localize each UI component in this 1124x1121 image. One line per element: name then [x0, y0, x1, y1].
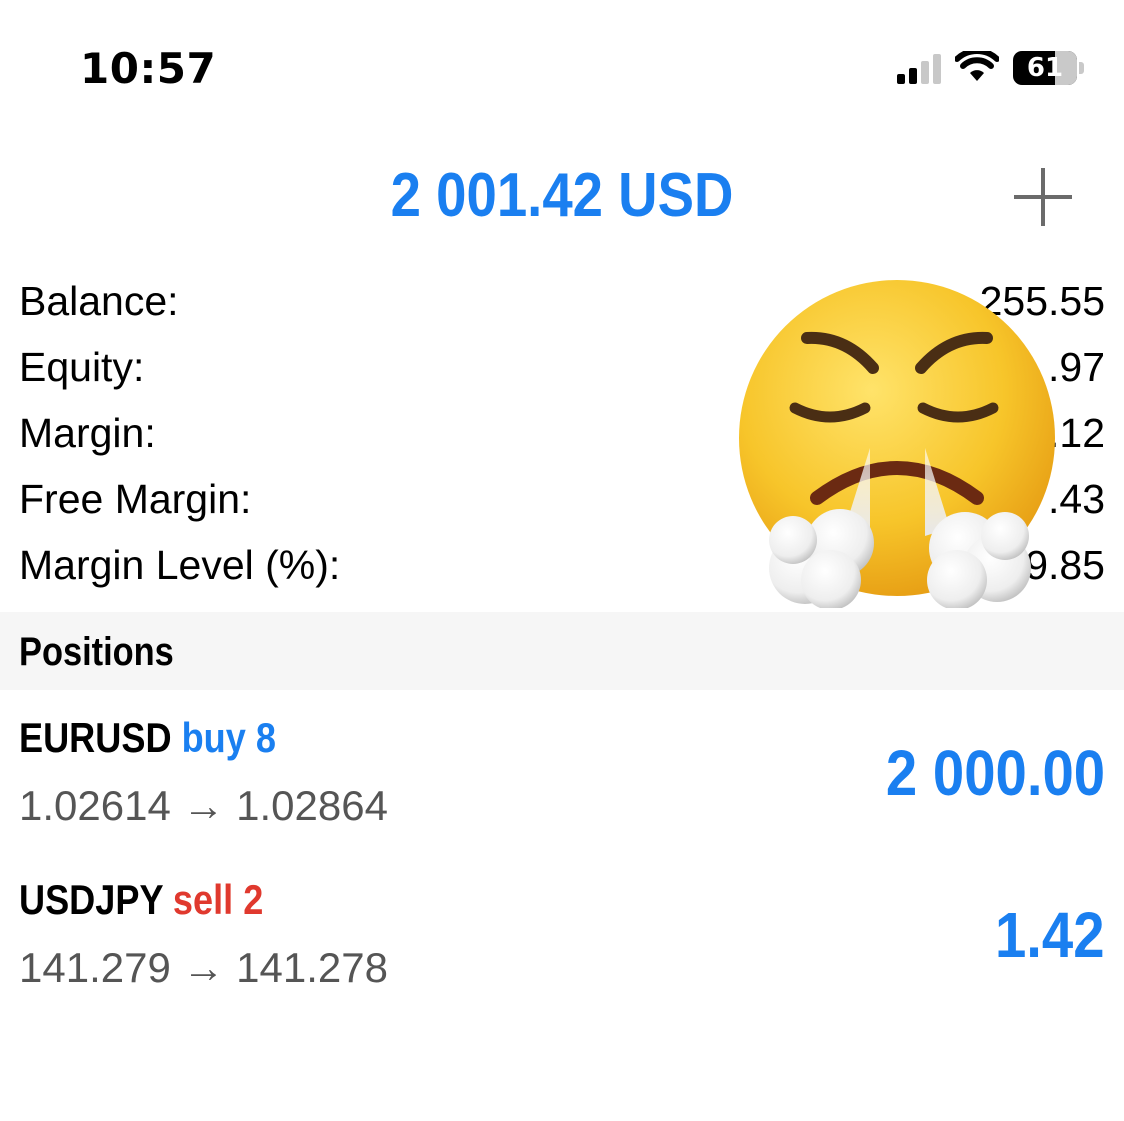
position-symbol-line: EURUSD buy 8	[19, 714, 276, 762]
position-prices: 1.02614 → 1.02864	[19, 782, 388, 829]
positions-section-header: Positions	[0, 612, 1124, 690]
margin-level-label: Margin Level (%):	[19, 542, 341, 588]
signal-icon	[897, 52, 941, 84]
plus-icon[interactable]	[1014, 168, 1072, 226]
position-profit: 1.42	[995, 899, 1105, 971]
balance-label: Balance:	[19, 278, 179, 324]
wifi-icon	[955, 51, 999, 81]
position-side: sell 2	[172, 876, 264, 923]
account-total: 2 001.42 USD	[390, 161, 734, 230]
free-margin-label: Free Margin:	[19, 476, 252, 522]
position-row-usdjpy[interactable]: USDJPY sell 2 141.279 → 141.278 1.42	[0, 862, 1124, 1022]
equity-label: Equity:	[19, 344, 145, 390]
status-icons: 61	[897, 48, 1084, 88]
position-profit: 2 000.00	[885, 737, 1105, 809]
steaming-face-emoji-icon	[739, 280, 1055, 608]
margin-label: Margin:	[19, 410, 156, 456]
battery-level: 61	[1026, 53, 1064, 83]
positions-title: Positions	[19, 630, 174, 674]
position-row-eurusd[interactable]: EURUSD buy 8 1.02614 → 1.02864 2 000.00	[0, 700, 1124, 860]
status-bar: 10:57 61	[0, 0, 1124, 130]
position-symbol-line: USDJPY sell 2	[19, 876, 263, 924]
status-time: 10:57	[80, 44, 217, 93]
battery-icon: 61	[1013, 51, 1077, 85]
position-prices: 141.279 → 141.278	[19, 944, 388, 991]
position-side: buy 8	[181, 714, 276, 761]
position-symbol: EURUSD	[19, 714, 172, 761]
position-symbol: USDJPY	[19, 876, 163, 923]
